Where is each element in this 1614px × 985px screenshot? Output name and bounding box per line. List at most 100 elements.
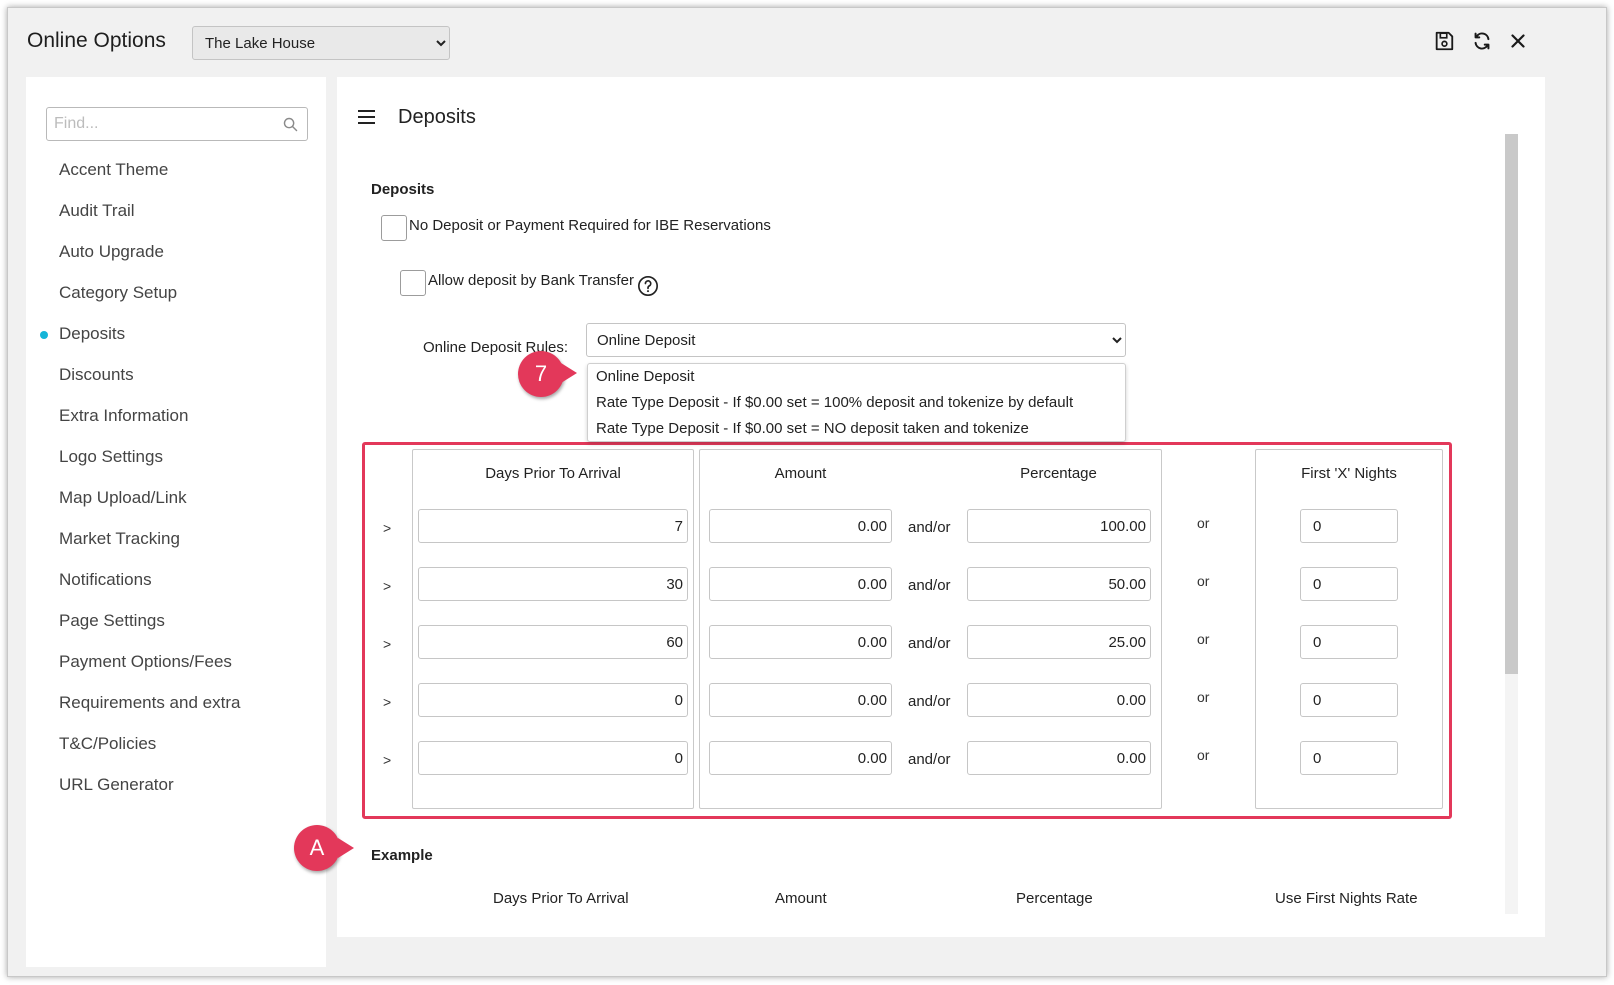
header-amount: Amount <box>774 465 827 482</box>
sidebar-item-label: Deposits <box>59 324 126 343</box>
property-select[interactable]: The Lake House <box>192 26 450 60</box>
amount-input-2[interactable] <box>709 567 892 601</box>
amount-input-5[interactable] <box>709 741 892 775</box>
active-indicator-dot <box>40 331 48 339</box>
sidebar-item-requirements[interactable]: Requirements and extra <box>26 690 326 731</box>
greater-than-symbol: > <box>383 578 392 594</box>
greater-than-symbol: > <box>383 752 392 768</box>
nights-input-5[interactable] <box>1300 741 1398 775</box>
days-input-1[interactable] <box>418 509 688 543</box>
nights-input-1[interactable] <box>1300 509 1398 543</box>
close-icon <box>1511 34 1525 48</box>
nights-input-4[interactable] <box>1300 683 1398 717</box>
sidebar-item-label: Audit Trail <box>59 201 135 220</box>
hamburger-menu-icon[interactable] <box>358 108 378 126</box>
online-options-window: Online Options The Lake House Find... Ac… <box>7 7 1607 977</box>
example-header-percentage: Percentage <box>1016 890 1093 907</box>
sidebar-item-category-setup[interactable]: Category Setup <box>26 280 326 321</box>
sidebar-item-page-settings[interactable]: Page Settings <box>26 608 326 649</box>
sidebar-item-label: Discounts <box>59 365 134 384</box>
window-title: Online Options <box>27 29 166 52</box>
dropdown-option-rate-type-no-deposit[interactable]: Rate Type Deposit - If $0.00 set = NO de… <box>588 416 1125 442</box>
sidebar-item-tc-policies[interactable]: T&C/Policies <box>26 731 326 772</box>
sidebar-item-url-generator[interactable]: URL Generator <box>26 772 326 813</box>
callout-a-arrow <box>338 838 354 858</box>
sidebar-item-extra-information[interactable]: Extra Information <box>26 403 326 444</box>
sidebar-item-payment-options[interactable]: Payment Options/Fees <box>26 649 326 690</box>
save-icon <box>1435 31 1454 51</box>
sidebar-item-audit-trail[interactable]: Audit Trail <box>26 198 326 239</box>
nights-input-2[interactable] <box>1300 567 1398 601</box>
deposits-section-label: Deposits <box>371 181 435 198</box>
bank-transfer-label: Allow deposit by Bank Transfer <box>428 272 634 289</box>
refresh-icon <box>1474 32 1490 50</box>
sidebar-item-market-tracking[interactable]: Market Tracking <box>26 526 326 567</box>
page-title: Deposits <box>398 106 476 128</box>
or-text: or <box>1197 689 1210 705</box>
deposit-table: Days Prior To Arrival Amount Percentage … <box>365 445 1449 816</box>
header-days-prior: Days Prior To Arrival <box>485 465 621 482</box>
example-header-first-nights: Use First Nights Rate <box>1275 890 1418 907</box>
amount-input-1[interactable] <box>709 509 892 543</box>
or-text: or <box>1197 515 1210 531</box>
days-input-2[interactable] <box>418 567 688 601</box>
search-box <box>46 107 308 141</box>
percentage-input-4[interactable] <box>967 683 1151 717</box>
sidebar-item-label: Payment Options/Fees <box>59 652 232 671</box>
example-header-days: Days Prior To Arrival <box>493 890 629 907</box>
greater-than-symbol: > <box>383 694 392 710</box>
percentage-input-3[interactable] <box>967 625 1151 659</box>
sidebar-item-notifications[interactable]: Notifications <box>26 567 326 608</box>
search-input[interactable] <box>52 109 272 139</box>
callout-a: A <box>294 825 340 871</box>
example-header-amount: Amount <box>775 890 827 907</box>
close-button[interactable] <box>1503 26 1533 56</box>
bank-transfer-checkbox[interactable] <box>400 270 426 296</box>
sidebar-item-logo-settings[interactable]: Logo Settings <box>26 444 326 485</box>
sidebar-item-discounts[interactable]: Discounts <box>26 362 326 403</box>
days-input-3[interactable] <box>418 625 688 659</box>
sidebar-item-label: Category Setup <box>59 283 178 302</box>
percentage-input-1[interactable] <box>967 509 1151 543</box>
percentage-input-5[interactable] <box>967 741 1151 775</box>
or-text: or <box>1197 631 1210 647</box>
sidebar-item-label: Notifications <box>59 570 152 589</box>
help-icon[interactable] <box>637 275 659 297</box>
sidebar-item-label: Market Tracking <box>59 529 180 548</box>
sidebar: Accent Theme Audit Trail Auto Upgrade Ca… <box>26 77 326 967</box>
main-panel: Deposits Deposits No Deposit or Payment … <box>337 77 1545 937</box>
or-text: or <box>1197 573 1210 589</box>
days-input-5[interactable] <box>418 741 688 775</box>
greater-than-symbol: > <box>383 520 392 536</box>
callout-7: 7 <box>518 351 564 397</box>
sidebar-nav: Accent Theme Audit Trail Auto Upgrade Ca… <box>26 157 326 813</box>
sidebar-item-label: Auto Upgrade <box>59 242 164 261</box>
dropdown-option-online-deposit[interactable]: Online Deposit <box>588 364 1125 390</box>
amount-input-4[interactable] <box>709 683 892 717</box>
sidebar-item-label: Accent Theme <box>59 160 169 179</box>
sidebar-item-label: Extra Information <box>59 406 189 425</box>
andor-text: and/or <box>908 519 951 536</box>
no-deposit-checkbox[interactable] <box>381 215 407 241</box>
search-icon[interactable] <box>282 116 299 133</box>
save-button[interactable] <box>1429 26 1459 56</box>
greater-than-symbol: > <box>383 636 392 652</box>
refresh-button[interactable] <box>1467 26 1497 56</box>
sidebar-item-label: Page Settings <box>59 611 165 630</box>
deposit-table-highlight: Days Prior To Arrival Amount Percentage … <box>362 442 1452 819</box>
or-text: or <box>1197 747 1210 763</box>
nights-input-3[interactable] <box>1300 625 1398 659</box>
sidebar-item-deposits[interactable]: Deposits <box>26 321 326 362</box>
sidebar-item-label: URL Generator <box>59 775 174 794</box>
deposit-rules-select[interactable]: Online Deposit <box>586 323 1126 357</box>
sidebar-item-map-upload[interactable]: Map Upload/Link <box>26 485 326 526</box>
dropdown-option-rate-type-100[interactable]: Rate Type Deposit - If $0.00 set = 100% … <box>588 390 1125 416</box>
sidebar-item-accent-theme[interactable]: Accent Theme <box>26 157 326 198</box>
percentage-input-2[interactable] <box>967 567 1151 601</box>
amount-input-3[interactable] <box>709 625 892 659</box>
scrollbar-thumb[interactable] <box>1505 134 1518 674</box>
days-input-4[interactable] <box>418 683 688 717</box>
callout-7-arrow <box>561 363 577 383</box>
andor-text: and/or <box>908 751 951 768</box>
sidebar-item-auto-upgrade[interactable]: Auto Upgrade <box>26 239 326 280</box>
